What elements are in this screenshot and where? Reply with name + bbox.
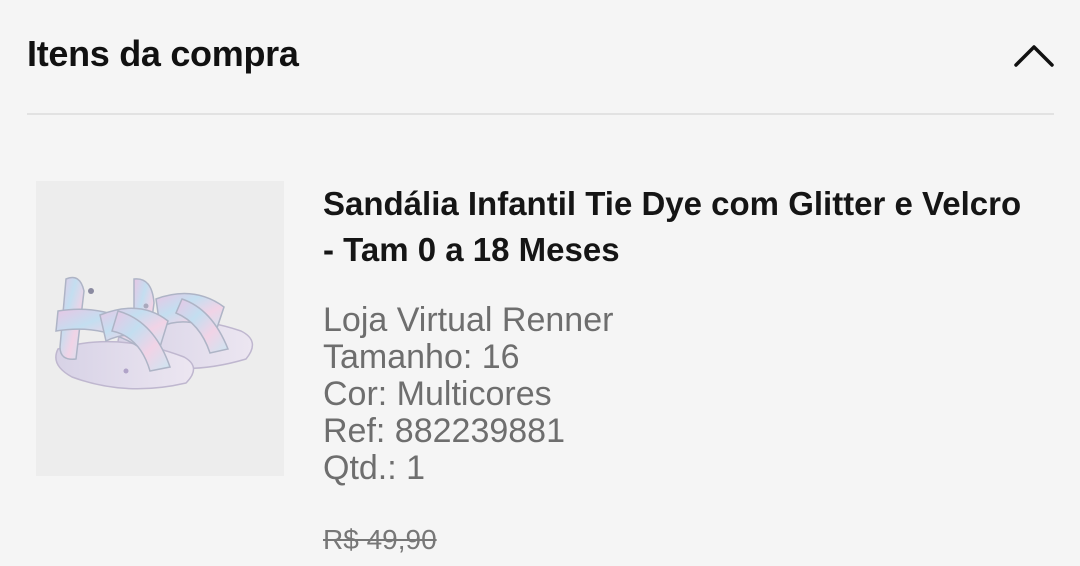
chevron-up-icon[interactable] bbox=[1012, 40, 1056, 70]
product-ref: Ref: 882239881 bbox=[323, 412, 565, 450]
purchase-items-header[interactable]: Itens da compra bbox=[0, 0, 1080, 114]
product-details: Loja Virtual Renner Tamanho: 16 Cor: Mul… bbox=[323, 302, 613, 487]
header-divider bbox=[27, 113, 1054, 115]
seller-name: Loja Virtual Renner bbox=[323, 301, 614, 339]
product-color: Cor: Multicores bbox=[323, 375, 552, 413]
sandal-illustration bbox=[55, 276, 254, 390]
product-quantity: Qtd.: 1 bbox=[323, 449, 426, 487]
original-price: R$ 49,90 bbox=[323, 524, 437, 555]
product-size: Tamanho: 16 bbox=[323, 338, 520, 376]
section-title: Itens da compra bbox=[27, 33, 299, 74]
product-image[interactable] bbox=[36, 181, 284, 476]
product-name-link[interactable]: Sandália Infantil Tie Dye com Glitter e … bbox=[323, 181, 1023, 273]
